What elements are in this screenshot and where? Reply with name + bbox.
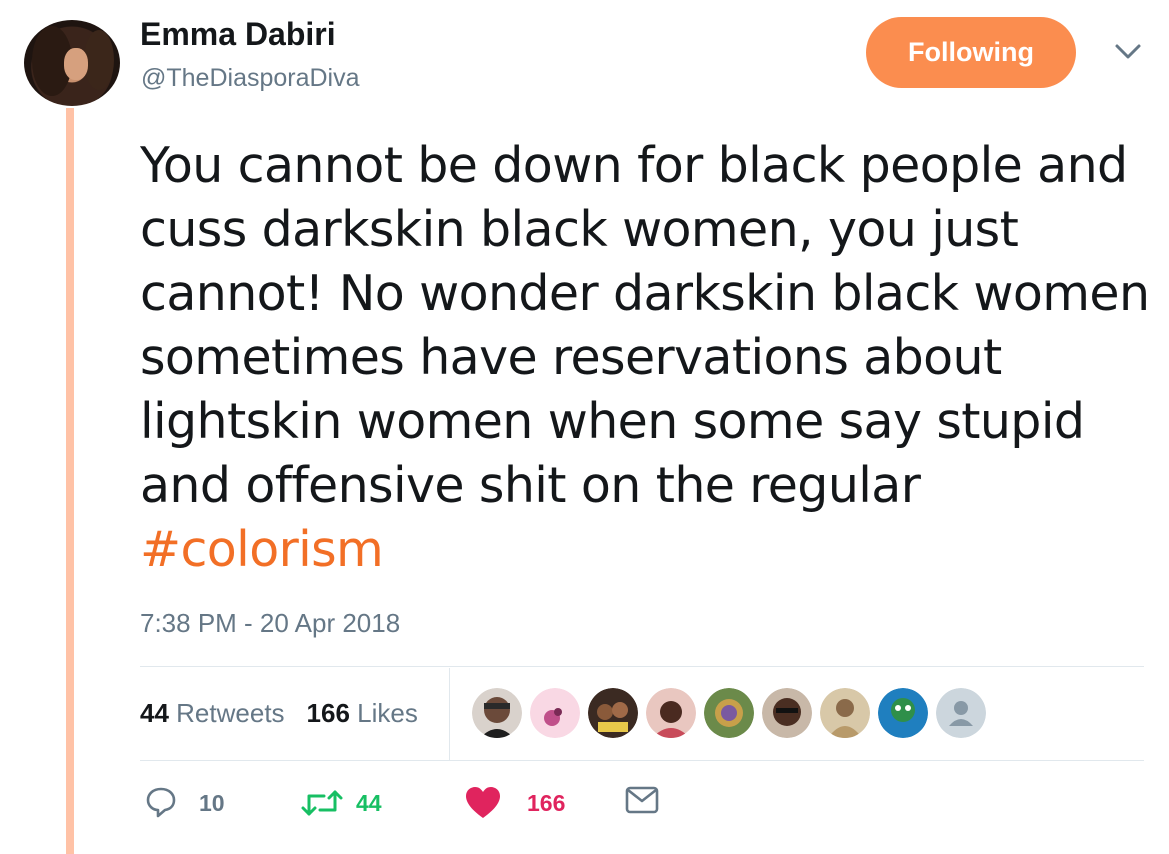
liker-avatar-2[interactable] <box>530 688 580 738</box>
envelope-icon <box>625 786 659 814</box>
tweet-text: You cannot be down for black people and … <box>140 134 1150 582</box>
retweets-stat[interactable]: 44 Retweets <box>140 698 285 729</box>
liker-avatar-8[interactable] <box>878 688 928 738</box>
retweets-label: Retweets <box>176 698 285 728</box>
likes-stat[interactable]: 166 Likes <box>307 698 418 729</box>
hashtag-link[interactable]: #colorism <box>140 521 384 578</box>
chevron-down-icon[interactable] <box>1114 42 1142 62</box>
retweets-count: 44 <box>140 698 169 728</box>
tweet-stats: 44 Retweets 166 Likes <box>140 698 418 729</box>
likes-count: 166 <box>306 698 350 728</box>
divider-top <box>140 666 1144 667</box>
thread-line <box>66 108 74 854</box>
liker-avatar-3[interactable] <box>588 688 638 738</box>
divider-bottom <box>140 760 1144 761</box>
likes-label: Likes <box>357 698 418 728</box>
liker-avatar-4[interactable] <box>646 688 696 738</box>
liker-avatar-6[interactable] <box>762 688 812 738</box>
stats-separator <box>449 668 450 760</box>
author-name[interactable]: Emma Dabiri <box>140 16 336 53</box>
author-avatar[interactable] <box>24 20 120 106</box>
liker-avatar-1[interactable] <box>472 688 522 738</box>
retweet-action[interactable]: 44 <box>300 786 382 820</box>
reply-action[interactable]: 10 <box>145 786 225 820</box>
tweet-actions: 10 44 166 <box>140 786 740 836</box>
direct-message-action[interactable] <box>625 786 659 814</box>
likers-list <box>472 688 986 738</box>
reply-icon <box>146 787 176 818</box>
liker-avatar-5[interactable] <box>704 688 754 738</box>
retweet-icon <box>301 790 343 816</box>
heart-icon <box>466 787 500 818</box>
reply-count: 10 <box>199 789 225 816</box>
following-button[interactable]: Following <box>866 17 1076 88</box>
like-action[interactable]: 166 <box>465 786 565 820</box>
tweet-body: You cannot be down for black people and … <box>140 137 1150 514</box>
tweet-timestamp[interactable]: 7:38 PM - 20 Apr 2018 <box>140 608 400 639</box>
default-avatar-icon[interactable] <box>936 688 986 738</box>
author-handle[interactable]: @TheDiasporaDiva <box>141 64 360 93</box>
retweet-count: 44 <box>356 789 382 816</box>
liker-avatar-7[interactable] <box>820 688 870 738</box>
like-count: 166 <box>527 789 566 816</box>
